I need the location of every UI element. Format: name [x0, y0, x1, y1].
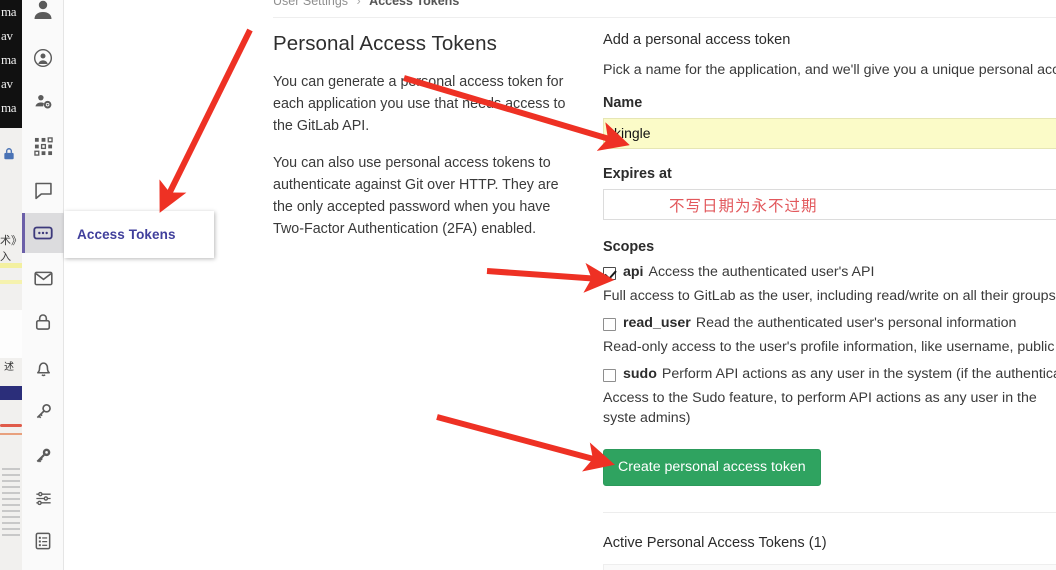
sidebar-item-password[interactable] — [22, 302, 64, 342]
scope-desc-sudo: Perform API actions as any user in the s… — [661, 366, 1056, 382]
page-title: Personal Access Tokens — [273, 32, 498, 55]
key-solid-icon — [36, 448, 50, 463]
scope-checkbox-api[interactable] — [603, 267, 616, 280]
create-personal-access-token-button[interactable]: Create personal access token — [603, 449, 821, 486]
active-tokens-table: Name Created Expires Scopes — [603, 564, 1056, 570]
bg-text-line: ma — [1, 100, 17, 115]
sidebar-item-emails[interactable] — [22, 258, 64, 298]
breadcrumb-parent[interactable]: User Settings — [273, 0, 348, 8]
expires-annotation-text: 不写日期为永不过期 — [669, 197, 818, 215]
bg-red-stroke — [0, 424, 22, 427]
sidebar-item-user-avatar[interactable] — [22, 0, 64, 30]
bg-text-line: ma — [1, 4, 17, 19]
bg-text-lines — [2, 468, 20, 540]
breadcrumb-divider — [273, 17, 1056, 18]
add-token-form: Add a personal access token Pick a name … — [603, 32, 1056, 570]
description-paragraph-2: You can also use personal access tokens … — [273, 155, 559, 237]
scope-help-api: Full access to GitLab as the user, inclu… — [603, 288, 1056, 304]
name-label: Name — [603, 95, 643, 111]
background-document-panel: 术》入 述 — [0, 128, 22, 570]
sidebar-item-account[interactable] — [22, 81, 64, 121]
background-window-sliver: ma av ma av ma 术》入 述 — [0, 0, 22, 570]
sidebar-item-notifications[interactable] — [22, 347, 64, 387]
profile-circle-icon — [33, 48, 53, 68]
access-tokens-flyout-label: Access Tokens — [77, 227, 176, 242]
scope-name-read-user: read_user — [623, 315, 691, 331]
bg-highlight-band — [0, 280, 22, 284]
access-tokens-flyout[interactable]: Access Tokens — [64, 211, 214, 258]
bg-cn-fragment-2: 述 — [4, 362, 14, 373]
chat-bubble-icon — [34, 182, 52, 199]
account-gear-icon — [34, 94, 51, 108]
active-tokens-title: Active Personal Access Tokens (1) — [603, 535, 827, 551]
settings-icon-rail — [22, 0, 64, 570]
scope-checkbox-sudo[interactable] — [603, 369, 616, 382]
scope-desc-read-user: Read the authenticated user's personal i… — [695, 315, 1017, 331]
sidebar-item-authentication-log[interactable] — [22, 521, 64, 561]
sidebar-item-profile[interactable] — [22, 38, 64, 78]
scope-name-api: api — [623, 264, 644, 280]
name-input-value: kingle — [614, 125, 651, 141]
scopes-label: Scopes — [603, 239, 655, 255]
sidebar-item-chat[interactable] — [22, 170, 64, 210]
expires-label: Expires at — [603, 166, 672, 182]
section-divider — [603, 512, 1056, 513]
breadcrumb: User Settings › Access Tokens — [273, 0, 459, 8]
description-paragraph-1: You can generate a personal access token… — [273, 74, 566, 134]
sliders-icon — [35, 491, 51, 505]
form-lead-text: Pick a name for the application, and we'… — [603, 62, 1056, 78]
grid-apps-icon — [33, 136, 53, 156]
bg-text-line: av — [1, 28, 13, 43]
screen-root: ma av ma av ma 术》入 述 User Settings › Acc… — [0, 0, 1056, 570]
scope-row-sudo[interactable]: sudo Perform API actions as any user in … — [603, 366, 1056, 382]
scope-desc-api: Access the authenticated user's API — [648, 264, 875, 280]
breadcrumb-separator-icon: › — [356, 0, 361, 8]
bg-cn-fragment: 术》入 — [0, 234, 22, 263]
form-heading: Add a personal access token — [603, 32, 791, 48]
lock-icon — [4, 148, 14, 160]
bg-navy-band — [0, 386, 22, 400]
sidebar-item-access-tokens[interactable] — [22, 213, 64, 253]
name-input[interactable]: kingle — [603, 118, 1056, 149]
sidebar-item-gpg-keys[interactable] — [22, 435, 64, 475]
scope-help-read-user: Read-only access to the user's profile i… — [603, 339, 1056, 355]
envelope-icon — [33, 271, 53, 285]
bg-highlight-band — [0, 263, 22, 268]
page-content: User Settings › Access Tokens Personal A… — [64, 0, 1056, 570]
lock-icon — [35, 314, 51, 330]
scope-name-sudo: sudo — [623, 366, 657, 382]
scope-help-sudo: Access to the Sudo feature, to perform A… — [603, 390, 1037, 426]
scope-row-read-user[interactable]: read_user Read the authenticated user's … — [603, 315, 1056, 331]
bell-icon — [36, 361, 50, 376]
description-column: Personal Access Tokens You can generate … — [273, 32, 573, 240]
active-tokens-table-header: Name Created Expires Scopes — [604, 565, 1056, 570]
list-document-icon — [35, 532, 51, 550]
bg-text-line: ma — [1, 52, 17, 67]
bg-text-line: av — [1, 76, 13, 91]
bg-red-stroke — [0, 433, 22, 435]
background-terminal-panel: ma av ma av ma — [0, 0, 22, 128]
breadcrumb-current: Access Tokens — [369, 0, 460, 8]
scope-checkbox-read-user[interactable] — [603, 318, 616, 331]
bg-white-block — [0, 310, 22, 358]
token-card-icon — [33, 226, 53, 240]
key-icon — [36, 403, 51, 418]
scope-row-api[interactable]: api Access the authenticated user's API — [603, 264, 1056, 280]
expires-field-wrap: 不写日期为永不过期 — [603, 189, 1056, 220]
avatar-icon — [34, 0, 52, 19]
sidebar-item-ssh-keys[interactable] — [22, 391, 64, 431]
sidebar-item-preferences[interactable] — [22, 478, 64, 518]
sidebar-item-applications[interactable] — [22, 126, 64, 166]
